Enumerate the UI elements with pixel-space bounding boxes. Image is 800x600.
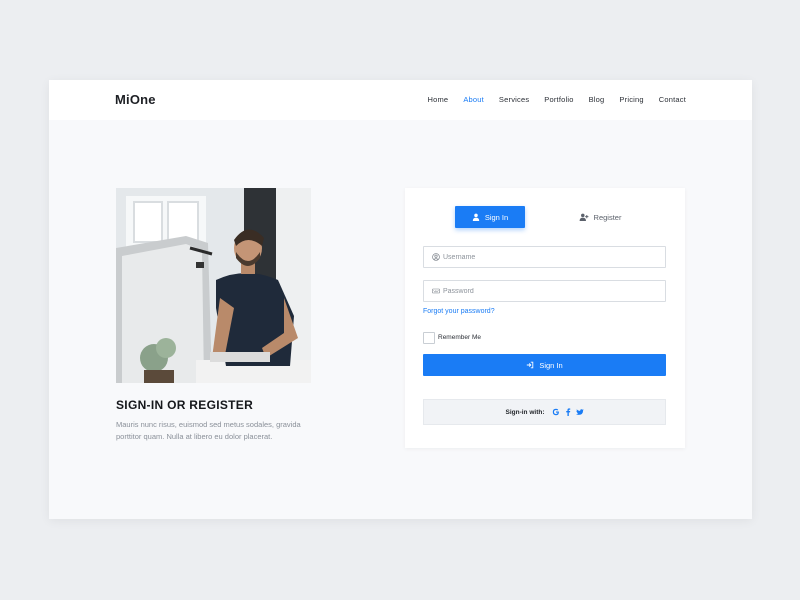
signin-submit-button[interactable]: Sign In [423,354,666,376]
signin-submit-label: Sign In [539,360,563,370]
remember-me-label: Remember Me [438,334,481,341]
page-frame: MiOne Home About Services Portfolio Blog… [49,80,752,519]
tab-register[interactable]: Register [565,206,635,228]
intro-text: Mauris nunc risus, euismod sed metus sod… [116,420,301,441]
social-signin-bar: Sign-in with: [423,399,666,425]
top-navbar: MiOne Home About Services Portfolio Blog… [49,80,752,120]
tab-signin[interactable]: Sign In [455,206,525,228]
password-input[interactable] [443,287,643,295]
nav-blog[interactable]: Blog [589,95,605,104]
username-field [423,246,666,268]
google-icon[interactable] [552,408,560,416]
nav-contact[interactable]: Contact [659,95,686,104]
sign-in-icon [526,361,534,369]
twitter-icon[interactable] [575,408,584,416]
facebook-icon[interactable] [565,408,571,416]
man-at-computer-image [116,188,311,383]
auth-card: Sign In Register Username Forgot your pa… [405,188,685,448]
nav-about[interactable]: About [463,95,484,104]
remember-me-checkbox[interactable] [423,332,435,344]
add-user-icon [579,213,589,221]
forgot-password-link[interactable]: Forgot your password? [423,308,495,315]
nav-portfolio[interactable]: Portfolio [544,95,573,104]
username-input[interactable] [443,253,643,261]
main-menu: Home About Services Portfolio Blog Prici… [428,95,687,104]
site-logo[interactable]: MiOne [115,92,156,107]
intro-heading: SIGN-IN OR REGISTER [116,398,254,412]
user-icon [472,213,480,221]
nav-services[interactable]: Services [499,95,529,104]
user-circle-icon [432,253,440,261]
nav-pricing[interactable]: Pricing [619,95,643,104]
password-field [423,280,666,302]
social-signin-label: Sign-in with: [505,408,545,416]
keyboard-icon [432,287,440,295]
hero-photo [116,188,311,383]
tab-signin-label: Sign In [484,212,509,222]
tab-register-label: Register [593,212,622,222]
nav-home[interactable]: Home [428,95,449,104]
